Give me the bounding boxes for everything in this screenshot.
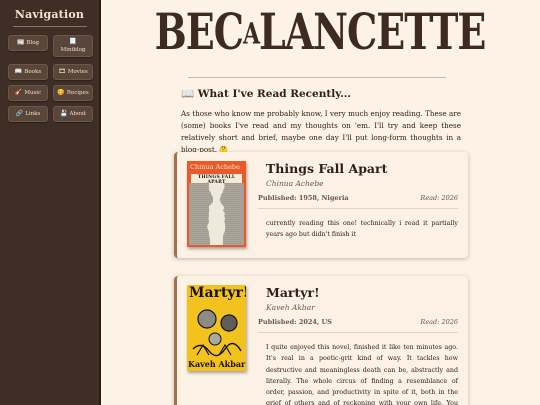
nav-button-blog[interactable]: 📰 Blog: [8, 35, 48, 51]
cover-art: [189, 183, 244, 245]
film-icon: 🎞: [58, 67, 66, 75]
book-read-year: Read: 2026: [420, 318, 458, 326]
book-cover-image: Chinua Achebe THINGS FALL APART: [187, 161, 246, 247]
site-logo[interactable]: BecaLancette: [120, 2, 520, 60]
section-title: What I've Read Recently...: [197, 88, 352, 100]
book-author: Chinua Achebe: [266, 179, 324, 188]
page-icon: 📃: [69, 38, 77, 46]
section-heading: 📖 What I've Read Recently...: [181, 87, 351, 100]
nav-button-books[interactable]: 📖 Books: [8, 64, 48, 80]
guitar-icon: 🎸: [14, 88, 23, 96]
nav-button-miniblog[interactable]: 📃 Miniblog: [53, 35, 93, 57]
nav-button-recipes[interactable]: 😋 Recipes: [53, 85, 93, 101]
header-divider: [188, 77, 446, 78]
link-icon: 🔗: [15, 109, 24, 117]
book-title: Martyr!: [266, 285, 320, 300]
nav-label-books: Books: [24, 68, 42, 75]
nav-button-music[interactable]: 🎸 Music: [8, 85, 48, 101]
cover-author: Chinua Achebe: [190, 163, 240, 171]
nav-label-recipes: Recipes: [66, 89, 89, 96]
book-icon: 📖: [181, 88, 195, 100]
nav-label-music: Music: [24, 89, 42, 96]
nav-label-about: About: [69, 110, 87, 117]
book-published: Published: 1958, Nigeria: [258, 194, 349, 202]
nav-button-links[interactable]: 🔗 Links: [8, 106, 48, 122]
nav-button-about[interactable]: 💾 About: [53, 106, 93, 122]
book-card: Chinua Achebe THINGS FALL APART Things F…: [174, 152, 468, 258]
nav-label-links: Links: [25, 110, 41, 117]
book-published: Published: 2024, US: [258, 318, 332, 326]
cover-art: [192, 309, 242, 357]
sidebar: Navigation 📰 Blog 📃 Miniblog 📖 Books 🎞 M…: [0, 0, 101, 405]
book-review: currently reading this one! technically …: [266, 220, 458, 239]
cover-title: Martyr!: [189, 285, 246, 301]
book-card: Martyr! Kaveh Akbar Martyr! Kaveh Akbar …: [174, 276, 468, 405]
logo-text-3: Lancette: [259, 2, 486, 61]
book-cover-image: Martyr! Kaveh Akbar: [187, 285, 246, 371]
nav-title: Navigation: [14, 8, 85, 21]
nav-label-blog: Blog: [26, 39, 40, 46]
book-review: I quite enjoyed this novel, finished it …: [266, 344, 458, 405]
card-divider: [258, 332, 458, 333]
nav-button-movies[interactable]: 🎞 Movies: [53, 64, 93, 80]
yum-face-icon: 😋: [57, 88, 65, 96]
nav-label-movies: Movies: [67, 68, 88, 75]
intro-paragraph: As those who know me probably know, I ve…: [181, 109, 461, 154]
logo-text-2: a: [242, 17, 260, 52]
book-author: Kaveh Akbar: [266, 303, 315, 312]
nav-divider: [12, 26, 87, 27]
floppy-disk-icon: 💾: [59, 109, 68, 117]
card-divider: [258, 208, 458, 209]
book-icon: 📖: [14, 67, 23, 75]
nav-label-miniblog: Miniblog: [60, 46, 86, 53]
cover-author: Kaveh Akbar: [188, 359, 246, 369]
newspaper-icon: 📰: [16, 38, 25, 46]
logo-text-1: Bec: [154, 2, 244, 61]
book-read-year: Read: 2026: [420, 194, 458, 202]
book-title: Things Fall Apart: [266, 161, 388, 176]
